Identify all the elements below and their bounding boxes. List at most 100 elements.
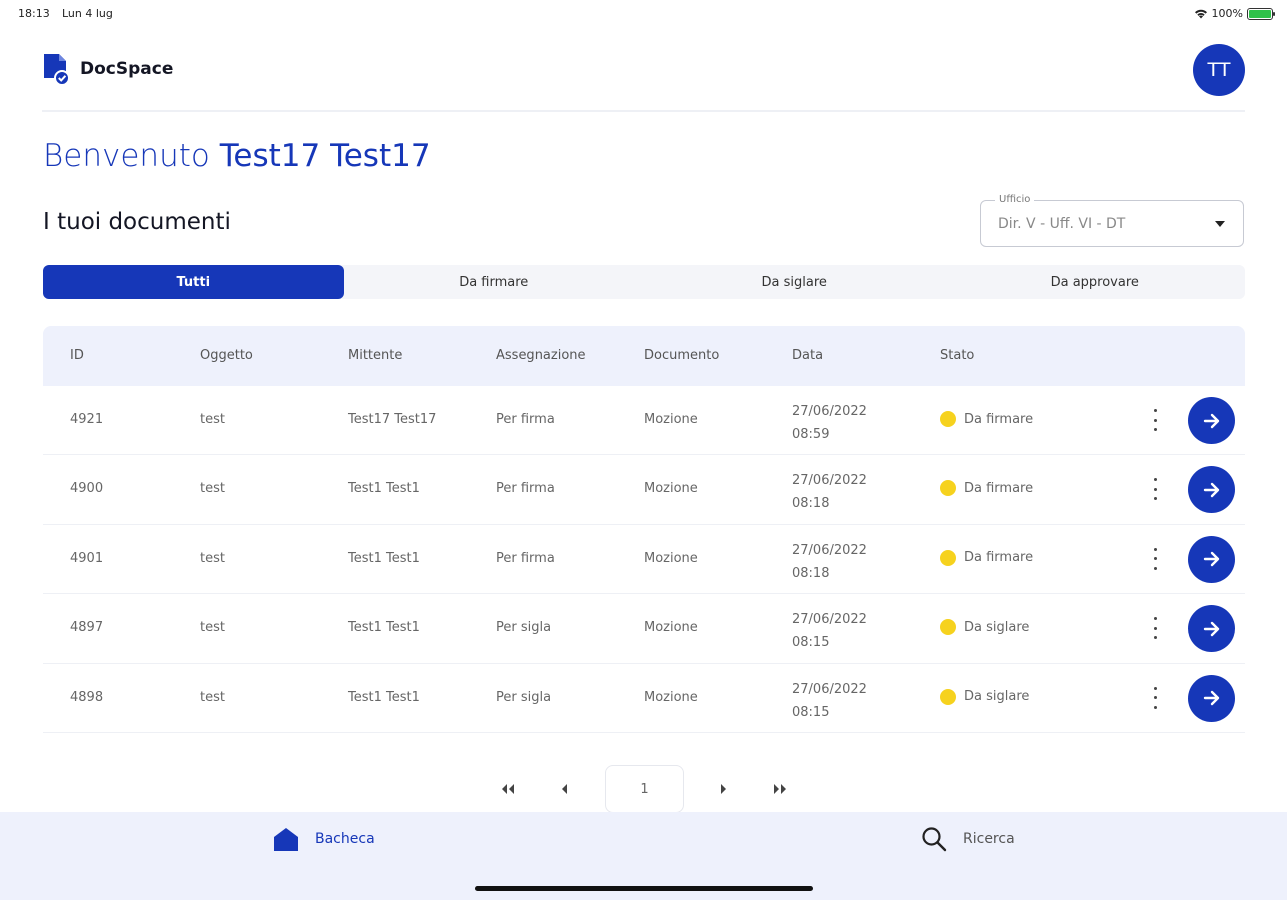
cell-documento: Mozione [644,550,698,566]
table-row: 4897 test Test1 Test1 Per sigla Mozione … [43,594,1245,664]
cell-documento: Mozione [644,481,698,497]
bottom-navigation: Bacheca Ricerca [0,812,1287,900]
arrow-right-icon [1203,621,1219,636]
cell-stato: Da siglare [940,619,1030,636]
open-document-button[interactable] [1188,397,1235,444]
tab-tutti[interactable]: Tutti [43,265,344,299]
office-select-value: Dir. V - Uff. VI - DT [998,216,1126,232]
cell-mittente: Test1 Test1 [348,481,420,497]
table-row: 4898 test Test1 Test1 Per sigla Mozione … [43,664,1245,733]
documents-table: ID Oggetto Mittente Assegnazione Documen… [43,326,1245,733]
office-select-label: Ufficio [995,194,1035,205]
cell-time: 08:59 [792,427,830,442]
cell-data: 27/06/2022 08:18 [792,469,867,515]
app-header: DocSpace TT [42,44,1245,112]
app-logo[interactable]: DocSpace [42,52,173,86]
cell-assegnazione: Per firma [496,412,555,427]
open-document-button[interactable] [1188,605,1235,653]
cell-date: 27/06/2022 [792,404,867,419]
cell-stato: Da firmare [940,411,1033,427]
cell-documento: Mozione [644,620,698,636]
next-page-button[interactable] [712,777,736,801]
cell-oggetto: test [200,689,225,705]
open-document-button[interactable] [1188,674,1235,722]
pagination: 1 [480,765,810,813]
cell-id: 4900 [70,481,104,497]
status-dot-icon [940,619,956,636]
table-row: 4921 test Test17 Test17 Per firma Mozion… [43,386,1245,456]
first-page-button[interactable] [496,777,520,801]
cell-mittente: Test1 Test1 [348,550,420,566]
cell-time: 08:15 [792,704,830,720]
cell-data: 27/06/2022 08:59 [792,400,867,446]
nav-item-ricerca[interactable]: Ricerca [921,826,1015,852]
arrow-right-icon [1203,482,1219,498]
prev-page-button[interactable] [552,777,576,801]
cell-assegnazione: Per sigla [496,620,552,636]
cell-stato: Da siglare [940,688,1030,705]
nav-item-bacheca[interactable]: Bacheca [273,826,375,852]
cell-date: 27/06/2022 [792,542,867,558]
search-icon [922,827,947,852]
row-menu-button[interactable] [1147,684,1163,712]
cell-date: 27/06/2022 [792,473,867,489]
cell-time: 08:18 [792,496,830,512]
status-dot-icon [940,688,956,705]
caret-down-icon [1215,221,1225,227]
status-dot-icon [940,411,956,427]
status-dot-icon [940,480,956,497]
cell-assegnazione: Per sigla [496,689,552,705]
battery-percent: 100% [1211,7,1243,20]
cell-time: 08:18 [792,565,830,581]
user-avatar[interactable]: TT [1193,44,1245,96]
status-date: Lun 4 lug [62,7,113,20]
column-header-data: Data [792,348,824,363]
welcome-heading: Benvenuto Test17 Test17 [43,138,431,174]
next-page-icon [721,784,726,794]
last-page-button[interactable] [768,777,792,801]
arrow-right-icon [1203,413,1219,428]
home-indicator[interactable] [475,886,813,891]
battery-icon [1247,7,1275,20]
cell-assegnazione: Per firma [496,481,555,497]
first-page-icon [502,784,514,794]
cell-mittente: Test1 Test1 [348,620,420,636]
office-select[interactable]: Ufficio Dir. V - Uff. VI - DT [980,194,1244,247]
current-page[interactable]: 1 [605,765,684,813]
status-bar: 18:13 Lun 4 lug 100% [0,0,1287,28]
status-label: Da siglare [964,689,1030,705]
document-filter-tabs: Tutti Da firmare Da siglare Da approvare [43,265,1245,299]
cell-date: 27/06/2022 [792,612,867,628]
cell-mittente: Test1 Test1 [348,689,420,705]
document-check-icon [44,54,70,86]
open-document-button[interactable] [1188,466,1235,514]
column-header-oggetto: Oggetto [200,348,253,363]
welcome-greeting: Benvenuto [43,138,210,174]
row-menu-button[interactable] [1147,475,1163,503]
open-document-button[interactable] [1188,535,1235,583]
cell-id: 4921 [70,412,104,427]
cell-id: 4897 [70,620,104,636]
status-label: Da firmare [964,550,1034,566]
tab-da-siglare[interactable]: Da siglare [644,265,945,299]
last-page-icon [774,784,786,794]
table-row: 4900 test Test1 Test1 Per firma Mozione … [43,455,1245,525]
status-time: 18:13 [18,7,50,20]
row-menu-button[interactable] [1147,406,1163,434]
app-name: DocSpace [80,59,174,79]
column-header-stato: Stato [940,348,975,363]
column-header-assegnazione: Assegnazione [496,348,586,363]
cell-stato: Da firmare [940,549,1034,566]
cell-oggetto: test [200,620,225,636]
tab-da-firmare[interactable]: Da firmare [344,265,645,299]
status-label: Da firmare [964,480,1034,496]
row-menu-button[interactable] [1147,545,1163,573]
status-label: Da siglare [964,619,1030,635]
home-icon [274,828,298,851]
cell-mittente: Test17 Test17 [348,412,437,427]
section-title: I tuoi documenti [43,209,231,235]
cell-assegnazione: Per firma [496,550,555,566]
row-menu-button[interactable] [1147,614,1163,642]
prev-page-icon [562,784,567,794]
tab-da-approvare[interactable]: Da approvare [945,265,1246,299]
